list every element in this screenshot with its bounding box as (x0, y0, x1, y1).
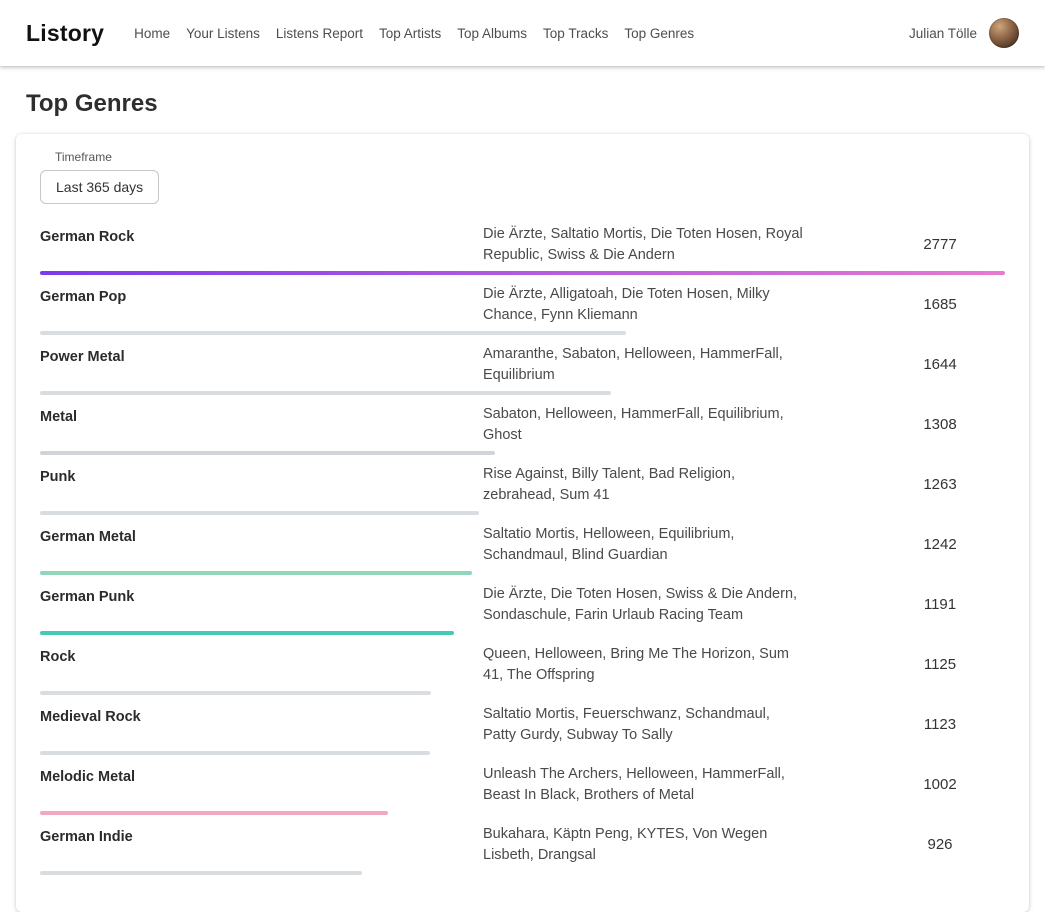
genre-bar (40, 391, 1005, 395)
genre-row: German Metal Saltatio Mortis, Helloween,… (40, 524, 1005, 575)
genre-count: 1242 (875, 535, 1005, 555)
genre-name: Medieval Rock (40, 704, 483, 728)
genre-bar-fill (40, 571, 472, 575)
genre-artists: Bukahara, Käptn Peng, KYTES, Von Wegen L… (483, 824, 803, 866)
genre-name: German Metal (40, 524, 483, 548)
genre-row-content: Punk Rise Against, Billy Talent, Bad Rel… (40, 464, 1005, 506)
genre-row-content: German Metal Saltatio Mortis, Helloween,… (40, 524, 1005, 566)
genre-bar-fill (40, 451, 495, 455)
nav-item-top-genres[interactable]: Top Genres (624, 22, 694, 45)
genre-table: German Rock Die Ärzte, Saltatio Mortis, … (40, 224, 1005, 875)
genre-row-content: Power Metal Amaranthe, Sabaton, Hellowee… (40, 344, 1005, 386)
genre-bar-fill (40, 691, 431, 695)
genre-row: Medieval Rock Saltatio Mortis, Feuerschw… (40, 704, 1005, 755)
genre-bar (40, 571, 1005, 575)
genre-bar (40, 331, 1005, 335)
page-title: Top Genres (26, 90, 1045, 118)
genre-artists: Saltatio Mortis, Helloween, Equilibrium,… (483, 524, 803, 566)
genre-artists: Die Ärzte, Saltatio Mortis, Die Toten Ho… (483, 224, 803, 266)
nav-item-your-listens[interactable]: Your Listens (186, 22, 260, 45)
genre-row: German Rock Die Ärzte, Saltatio Mortis, … (40, 224, 1005, 275)
top-genres-card: Timeframe Last 365 days German Rock Die … (16, 134, 1029, 912)
user-name: Julian Tölle (909, 26, 977, 41)
genre-count: 1125 (875, 655, 1005, 675)
nav-links: Home Your Listens Listens Report Top Artist… (134, 22, 909, 45)
genre-name: Power Metal (40, 344, 483, 368)
genre-count: 1123 (875, 715, 1005, 735)
nav-item-home[interactable]: Home (134, 22, 170, 45)
genre-bar-fill (40, 391, 611, 395)
user-avatar[interactable] (989, 18, 1019, 48)
genre-artists: Die Ärzte, Die Toten Hosen, Swiss & Die … (483, 584, 803, 626)
genre-bar (40, 691, 1005, 695)
genre-row-content: Medieval Rock Saltatio Mortis, Feuerschw… (40, 704, 1005, 746)
main-content: Top Genres Timeframe Last 365 days Germa… (0, 90, 1045, 912)
genre-name: German Indie (40, 824, 483, 848)
timeframe-filter: Timeframe Last 365 days (40, 150, 1005, 204)
genre-name: German Punk (40, 584, 483, 608)
genre-name: Metal (40, 404, 483, 428)
genre-bar-fill (40, 631, 454, 635)
genre-row-content: Melodic Metal Unleash The Archers, Hello… (40, 764, 1005, 806)
genre-row-content: German Punk Die Ärzte, Die Toten Hosen, … (40, 584, 1005, 626)
timeframe-label: Timeframe (55, 150, 1005, 164)
genre-bar-fill (40, 811, 388, 815)
nav-item-top-tracks[interactable]: Top Tracks (543, 22, 608, 45)
genre-row-content: German Pop Die Ärzte, Alligatoah, Die To… (40, 284, 1005, 326)
genre-bar-fill (40, 751, 430, 755)
genre-name: German Rock (40, 224, 483, 248)
genre-row: German Punk Die Ärzte, Die Toten Hosen, … (40, 584, 1005, 635)
genre-count: 1644 (875, 355, 1005, 375)
genre-bar (40, 811, 1005, 815)
genre-row: Rock Queen, Helloween, Bring Me The Hori… (40, 644, 1005, 695)
genre-row-content: German Indie Bukahara, Käptn Peng, KYTES… (40, 824, 1005, 866)
genre-artists: Rise Against, Billy Talent, Bad Religion… (483, 464, 803, 506)
genre-name: Melodic Metal (40, 764, 483, 788)
genre-bar-fill (40, 511, 479, 515)
genre-bar (40, 451, 1005, 455)
genre-bar (40, 511, 1005, 515)
genre-artists: Unleash The Archers, Helloween, HammerFa… (483, 764, 803, 806)
genre-row: Melodic Metal Unleash The Archers, Hello… (40, 764, 1005, 815)
genre-count: 1308 (875, 415, 1005, 435)
genre-count: 1685 (875, 295, 1005, 315)
genre-artists: Queen, Helloween, Bring Me The Horizon, … (483, 644, 803, 686)
genre-artists: Amaranthe, Sabaton, Helloween, HammerFal… (483, 344, 803, 386)
genre-row: German Pop Die Ärzte, Alligatoah, Die To… (40, 284, 1005, 335)
genre-row: Punk Rise Against, Billy Talent, Bad Rel… (40, 464, 1005, 515)
genre-bar-fill (40, 271, 1005, 275)
genre-row-content: Metal Sabaton, Helloween, HammerFall, Eq… (40, 404, 1005, 446)
genre-name: German Pop (40, 284, 483, 308)
genre-artists: Saltatio Mortis, Feuerschwanz, Schandmau… (483, 704, 803, 746)
genre-bar (40, 751, 1005, 755)
genre-count: 1191 (875, 595, 1005, 615)
genre-bar (40, 631, 1005, 635)
genre-count: 1263 (875, 475, 1005, 495)
genre-bar (40, 271, 1005, 275)
genre-bar-fill (40, 331, 626, 335)
genre-row: German Indie Bukahara, Käptn Peng, KYTES… (40, 824, 1005, 875)
genre-artists: Sabaton, Helloween, HammerFall, Equilibr… (483, 404, 803, 446)
genre-name: Rock (40, 644, 483, 668)
genre-name: Punk (40, 464, 483, 488)
genre-row: Metal Sabaton, Helloween, HammerFall, Eq… (40, 404, 1005, 455)
genre-bar (40, 871, 1005, 875)
genre-count: 1002 (875, 775, 1005, 795)
nav-item-listens-report[interactable]: Listens Report (276, 22, 363, 45)
genre-count: 926 (875, 835, 1005, 855)
genre-bar-fill (40, 871, 362, 875)
genre-row-content: German Rock Die Ärzte, Saltatio Mortis, … (40, 224, 1005, 266)
nav-item-top-albums[interactable]: Top Albums (457, 22, 527, 45)
genre-count: 2777 (875, 235, 1005, 255)
nav-user-area: Julian Tölle (909, 18, 1019, 48)
genre-row-content: Rock Queen, Helloween, Bring Me The Hori… (40, 644, 1005, 686)
genre-artists: Die Ärzte, Alligatoah, Die Toten Hosen, … (483, 284, 803, 326)
timeframe-select[interactable]: Last 365 days (40, 170, 159, 204)
nav-item-top-artists[interactable]: Top Artists (379, 22, 441, 45)
genre-row: Power Metal Amaranthe, Sabaton, Hellowee… (40, 344, 1005, 395)
brand-logo[interactable]: Listory (26, 20, 104, 47)
top-nav: Listory Home Your Listens Listens Report To… (0, 0, 1045, 66)
